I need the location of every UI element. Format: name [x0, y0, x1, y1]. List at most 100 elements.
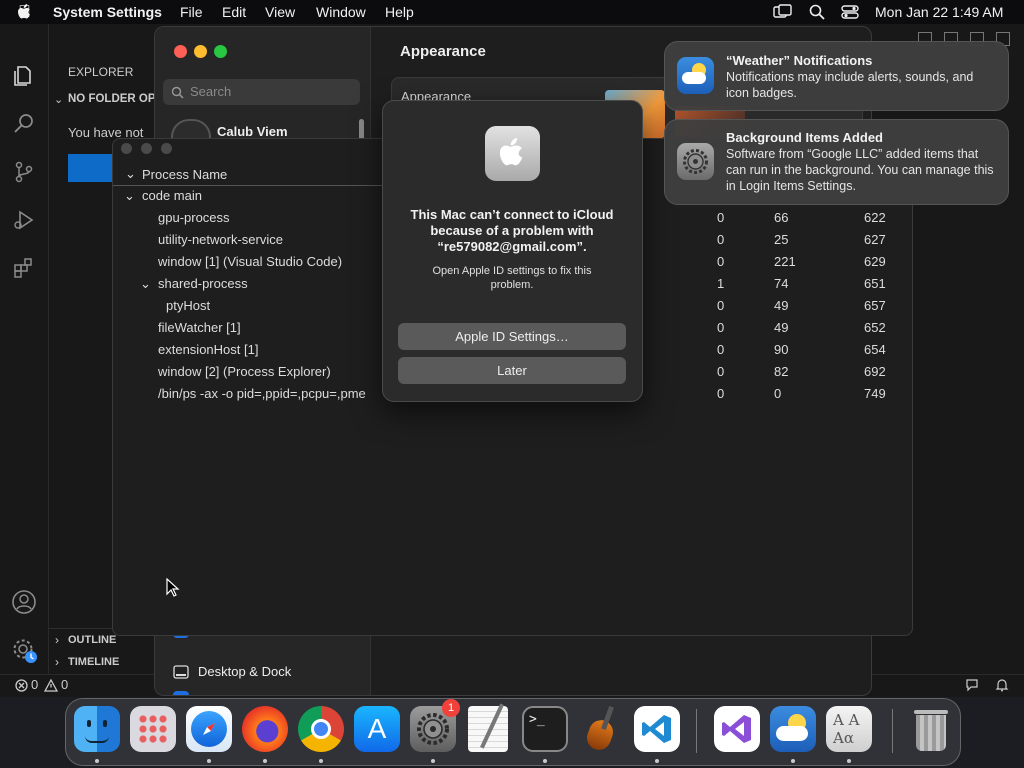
icloud-alert-dialog: This Mac can’t connect to iCloud because…	[382, 100, 643, 402]
zoom-button[interactable]	[214, 45, 227, 58]
apple-id-settings-button[interactable]: Apple ID Settings…	[398, 323, 626, 350]
notification-body: Software from “Google LLC” added items t…	[726, 147, 994, 193]
menu-view[interactable]: View	[265, 4, 295, 20]
process-name-cell: window [1] (Visual Studio Code)	[158, 254, 343, 269]
memory-cell: 74	[774, 276, 789, 291]
cpu-cell: 0	[717, 232, 725, 247]
timeline-section[interactable]: TIMELINE	[68, 656, 119, 668]
process-name-cell: window [2] (Process Explorer)	[158, 364, 331, 379]
cpu-cell: 0	[717, 320, 725, 335]
extensions-icon[interactable]	[12, 256, 36, 280]
menu-help[interactable]: Help	[385, 4, 414, 20]
process-name-cell: fileWatcher [1]	[158, 320, 241, 335]
pid-cell: 749	[864, 386, 886, 401]
minimize-button[interactable]	[141, 143, 152, 154]
spotlight-search-icon[interactable]	[809, 4, 825, 20]
app-menu[interactable]: System Settings	[53, 4, 162, 20]
user-name[interactable]: Calub Viem	[217, 124, 288, 139]
chevron-right-icon: ›	[55, 655, 59, 669]
dialog-message: This Mac can’t connect to iCloud because…	[410, 207, 614, 254]
weather-app-icon[interactable]	[770, 706, 816, 752]
visual-studio-icon[interactable]	[714, 706, 760, 752]
chevron-down-icon[interactable]: ⌄	[124, 188, 135, 204]
control-center-icon[interactable]	[841, 4, 859, 20]
garageband-icon[interactable]	[578, 705, 624, 754]
trash-icon[interactable]	[908, 706, 954, 752]
font-book-icon[interactable]: A A Aα	[826, 706, 872, 752]
launchpad-icon[interactable]	[130, 706, 176, 752]
pid-cell: 654	[864, 342, 886, 357]
notification-weather[interactable]: “Weather” Notifications Notifications ma…	[664, 41, 1009, 111]
close-button[interactable]	[174, 45, 187, 58]
notifications-bell-icon[interactable]	[995, 678, 1009, 692]
chevron-down-icon[interactable]: ⌄	[54, 93, 63, 106]
warning-count[interactable]: 0	[61, 677, 68, 692]
run-debug-icon[interactable]	[12, 208, 36, 232]
notification-title: “Weather” Notifications	[726, 53, 873, 68]
vscode-icon[interactable]	[634, 706, 680, 752]
running-indicator	[263, 759, 267, 763]
search-icon[interactable]	[12, 112, 36, 136]
column-header-process-name[interactable]: Process Name	[142, 167, 227, 182]
menu-bar:  System Settings File Edit View Window …	[0, 0, 1024, 24]
app-store-icon[interactable]: A	[354, 706, 400, 752]
process-name-cell: gpu-process	[158, 210, 230, 225]
pid-cell: 622	[864, 210, 886, 225]
chrome-icon[interactable]	[298, 706, 344, 752]
textedit-icon[interactable]	[468, 703, 508, 752]
menu-file[interactable]: File	[180, 4, 203, 20]
terminal-icon[interactable]: >_	[522, 706, 568, 752]
sidebar-icon	[173, 691, 189, 695]
error-count[interactable]: 0	[31, 677, 38, 692]
accounts-icon[interactable]	[11, 589, 37, 615]
memory-cell: 49	[774, 320, 789, 335]
cpu-cell: 0	[717, 210, 725, 225]
cpu-cell: 0	[717, 254, 725, 269]
notification-background-items[interactable]: Background Items Added Software from “Go…	[664, 119, 1009, 205]
running-indicator	[431, 759, 435, 763]
search-icon	[171, 86, 184, 99]
error-icon[interactable]	[15, 679, 28, 692]
cpu-cell: 0	[717, 298, 725, 313]
apple-logo-icon[interactable]	[17, 3, 33, 21]
chevron-down-icon[interactable]: ⌄	[140, 276, 151, 292]
cpu-cell: 0	[717, 342, 725, 357]
outline-section[interactable]: OUTLINE	[68, 634, 116, 646]
feedback-icon[interactable]	[965, 678, 979, 692]
table-header: ⌄ Process Name	[113, 163, 382, 186]
weather-icon	[677, 57, 714, 94]
running-indicator	[207, 759, 211, 763]
running-indicator	[543, 759, 547, 763]
menu-window[interactable]: Window	[316, 4, 366, 20]
activity-bar	[0, 24, 49, 674]
explorer-header: EXPLORER	[68, 65, 134, 79]
dock-divider	[696, 709, 697, 753]
chevron-down-icon[interactable]: ⌄	[125, 166, 136, 182]
pid-cell: 627	[864, 232, 886, 247]
safari-icon[interactable]	[186, 706, 232, 752]
clock[interactable]: Mon Jan 22 1:49 AM	[875, 4, 1003, 20]
zoom-button[interactable]	[161, 143, 172, 154]
search-field[interactable]: Search	[163, 79, 360, 105]
menu-edit[interactable]: Edit	[222, 4, 246, 20]
manage-gear-icon[interactable]	[11, 637, 41, 667]
explorer-icon[interactable]	[12, 64, 36, 88]
screen-mirroring-icon[interactable]	[773, 4, 793, 20]
warning-icon[interactable]	[44, 679, 58, 692]
pid-cell: 629	[864, 254, 886, 269]
finder-icon[interactable]	[74, 706, 120, 752]
system-settings-icon[interactable]: 1	[410, 699, 460, 752]
source-control-icon[interactable]	[12, 160, 36, 184]
open-folder-button[interactable]	[68, 154, 113, 182]
cpu-cell: 1	[717, 276, 725, 291]
later-button[interactable]: Later	[398, 357, 626, 384]
firefox-icon[interactable]	[242, 706, 288, 752]
notification-body: Notifications may include alerts, sounds…	[726, 70, 974, 100]
process-name-cell: ptyHost	[166, 298, 211, 313]
memory-cell: 25	[774, 232, 789, 247]
close-button[interactable]	[121, 143, 132, 154]
sidebar-item-desktop-dock[interactable]: Desktop & Dock	[171, 661, 361, 683]
no-folder-section[interactable]: NO FOLDER OP	[68, 93, 156, 105]
minimize-button[interactable]	[194, 45, 207, 58]
dialog-info: Open Apple ID settings to fix this probl…	[432, 265, 592, 291]
